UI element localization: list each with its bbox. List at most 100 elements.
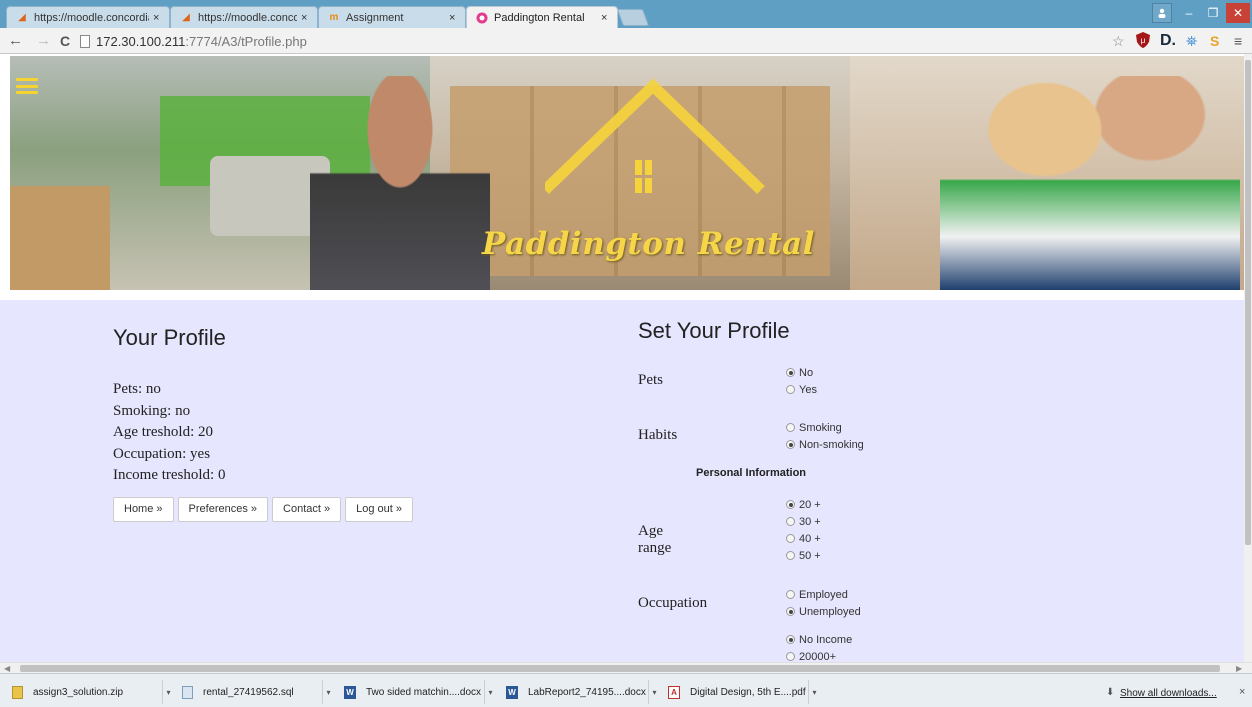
- close-window-button[interactable]: ✕: [1226, 3, 1250, 23]
- page-viewport: Paddington Rental Your Profile Pets: no …: [0, 54, 1244, 662]
- chevron-down-icon[interactable]: ▾: [808, 680, 820, 704]
- word-doc-icon: W: [506, 685, 518, 699]
- chevron-down-icon[interactable]: ▾: [162, 680, 174, 704]
- profile-income: Income treshold: 0: [113, 467, 226, 483]
- horizontal-scrollbar[interactable]: ◀ ▶: [0, 662, 1252, 673]
- age-radio-20[interactable]: 20 +: [786, 496, 821, 513]
- profile-occupation: Occupation: yes: [113, 445, 211, 462]
- set-profile-title: Set Your Profile: [638, 318, 790, 343]
- moodle-favicon: ◢: [182, 12, 190, 23]
- pets-radio-no[interactable]: No: [786, 364, 817, 381]
- chevron-down-icon[interactable]: ▾: [648, 680, 660, 704]
- download-shelf: assign3_solution.zip ▾ rental_27419562.s…: [0, 673, 1252, 707]
- hamburger-menu-icon[interactable]: [16, 78, 38, 94]
- site-brand: Paddington Rental: [482, 226, 815, 262]
- download-item-sql[interactable]: rental_27419562.sql ▾: [182, 680, 332, 704]
- download-filename: assign3_solution.zip: [33, 686, 124, 698]
- show-all-downloads-link[interactable]: Show all downloads...: [1120, 688, 1217, 699]
- pets-label: Pets: [638, 372, 664, 388]
- address-bar[interactable]: 172.30.100.211:7774/A3/tProfile.php: [80, 31, 1130, 51]
- svg-text:μ: μ: [1141, 36, 1146, 45]
- horizontal-scroll-thumb[interactable]: [20, 665, 1220, 672]
- banner-couple-left: [310, 76, 490, 290]
- word-doc-icon: W: [344, 685, 356, 699]
- ublock-icon[interactable]: μ: [1136, 32, 1150, 52]
- age-radio-30[interactable]: 30 +: [786, 513, 821, 530]
- age-radio-40[interactable]: 40 +: [786, 530, 821, 547]
- s-extension-icon[interactable]: S: [1210, 32, 1219, 50]
- home-button[interactable]: Home »: [113, 496, 174, 522]
- tab-moodle-1[interactable]: ◢ https://moodle.concordia ×: [6, 6, 170, 28]
- minimize-button[interactable]: –: [1178, 3, 1200, 23]
- tab-title: Paddington Rental: [494, 11, 585, 24]
- occupation-options: Employed Unemployed: [786, 586, 861, 620]
- new-tab-button[interactable]: [616, 9, 650, 26]
- profile-pets: Pets: no: [113, 381, 161, 397]
- logout-button[interactable]: Log out »: [345, 496, 413, 522]
- network-extension-icon[interactable]: ⛯: [1186, 32, 1197, 50]
- profile-age: Age treshold: 20: [113, 424, 213, 440]
- tab-title: https://moodle.concordia: [198, 11, 297, 24]
- income-options: No Income 20000+: [786, 631, 852, 662]
- browser-toolbar: ← → C 172.30.100.211:7774/A3/tProfile.ph…: [0, 28, 1252, 54]
- maximize-button[interactable]: ❐: [1202, 3, 1224, 23]
- tab-close-icon[interactable]: ×: [601, 12, 611, 24]
- back-icon[interactable]: ←: [8, 32, 23, 50]
- your-profile-title: Your Profile: [113, 325, 226, 350]
- vertical-scroll-thumb[interactable]: [1245, 60, 1251, 545]
- download-item-pdf[interactable]: A Digital Design, 5th E....pdf ▾: [668, 680, 820, 704]
- preferences-button[interactable]: Preferences »: [177, 496, 269, 522]
- download-filename: rental_27419562.sql: [203, 686, 294, 698]
- habits-radio-smoking[interactable]: Smoking: [786, 419, 864, 436]
- tab-close-icon[interactable]: ×: [153, 12, 163, 24]
- tab-moodle-2[interactable]: ◢ https://moodle.concordia ×: [170, 6, 318, 28]
- your-profile-panel: Your Profile Pets: no Smoking: no Age tr…: [113, 325, 533, 522]
- page-icon: [80, 34, 90, 48]
- sql-file-icon: [182, 685, 193, 699]
- set-profile-form: Set Your Profile Pets No Yes Habits Smok…: [638, 318, 1218, 662]
- download-filename: Digital Design, 5th E....pdf: [690, 686, 806, 698]
- download-item-docx-1[interactable]: W Two sided matchin....docx ▾: [344, 680, 494, 704]
- age-range-options: 20 + 30 + 40 + 50 +: [786, 496, 821, 564]
- age-radio-50[interactable]: 50 +: [786, 547, 821, 564]
- tab-title: https://moodle.concordia: [34, 11, 149, 24]
- income-radio-20000[interactable]: 20000+: [786, 648, 852, 662]
- pdf-icon: A: [668, 685, 680, 699]
- profile-nav-buttons: Home » Preferences » Contact » Log out »: [113, 496, 533, 522]
- d-extension-icon[interactable]: D.: [1160, 32, 1176, 50]
- habits-label: Habits: [638, 427, 678, 443]
- banner-box: [10, 186, 110, 290]
- close-shelf-icon[interactable]: ×: [1239, 686, 1245, 698]
- contact-button[interactable]: Contact »: [272, 496, 342, 522]
- tab-assignment[interactable]: m Assignment ×: [318, 6, 466, 28]
- zip-icon: [12, 685, 23, 699]
- menu-icon[interactable]: ≡: [1234, 32, 1242, 50]
- moodle-favicon: ◢: [18, 12, 26, 23]
- tab-paddington-rental[interactable]: Paddington Rental ×: [466, 6, 618, 28]
- pets-radio-yes[interactable]: Yes: [786, 381, 817, 398]
- personal-information-heading: Personal Information: [696, 467, 807, 479]
- url-host: 172.30.100.211: [96, 33, 186, 49]
- chevron-down-icon[interactable]: ▾: [322, 680, 334, 704]
- banner-couple-right: [940, 76, 1240, 290]
- vertical-scrollbar[interactable]: [1244, 54, 1252, 662]
- tab-title: Assignment: [346, 11, 404, 24]
- bookmark-star-icon[interactable]: ☆: [1112, 32, 1125, 50]
- reload-icon[interactable]: C: [60, 32, 70, 50]
- occupation-radio-unemployed[interactable]: Unemployed: [786, 603, 861, 620]
- habits-radio-non-smoking[interactable]: Non-smoking: [786, 436, 864, 453]
- download-arrow-icon: ⬇: [1106, 687, 1115, 698]
- occupation-radio-employed[interactable]: Employed: [786, 586, 861, 603]
- download-item-docx-2[interactable]: W LabReport2_74195....docx ▾: [506, 680, 658, 704]
- paddington-favicon: [475, 12, 489, 24]
- income-radio-none[interactable]: No Income: [786, 631, 852, 648]
- tab-close-icon[interactable]: ×: [449, 12, 459, 24]
- chevron-down-icon[interactable]: ▾: [484, 680, 496, 704]
- download-filename: LabReport2_74195....docx: [528, 686, 646, 698]
- forward-icon[interactable]: →: [36, 32, 51, 50]
- user-profile-icon[interactable]: [1152, 3, 1172, 23]
- download-filename: Two sided matchin....docx: [366, 686, 482, 698]
- tab-close-icon[interactable]: ×: [301, 12, 311, 24]
- download-item-zip[interactable]: assign3_solution.zip ▾: [12, 680, 172, 704]
- age-range-label: Age range: [638, 523, 672, 556]
